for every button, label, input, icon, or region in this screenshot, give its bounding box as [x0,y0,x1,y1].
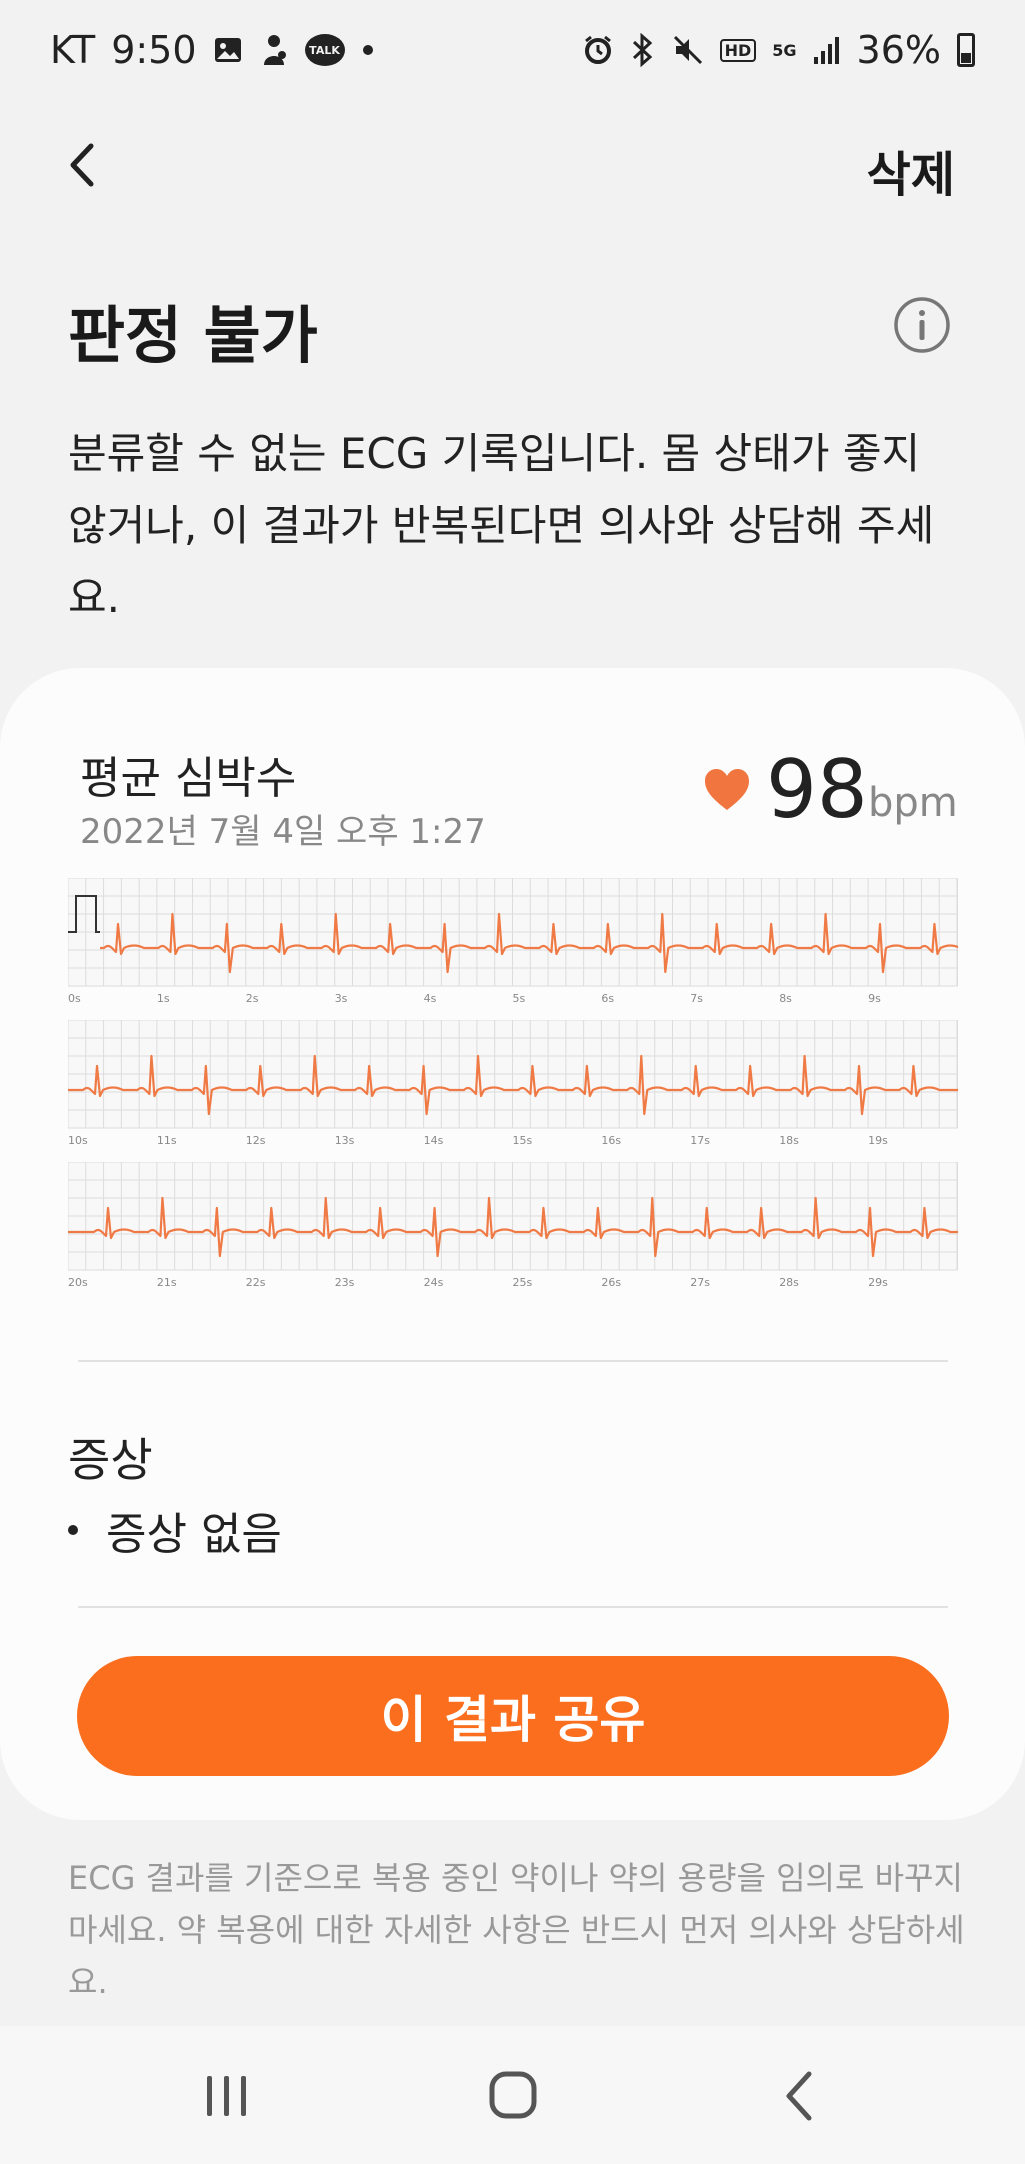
ecg-tick-label: 18s [779,1134,799,1147]
status-right: HD 5G 36% [582,28,975,72]
ecg-tick-label: 17s [690,1134,710,1147]
symptom-title: 증상 [68,1433,153,1487]
home-icon [489,2071,537,2119]
mute-icon [672,30,704,70]
more-notifications-dot-icon [361,30,375,70]
hd-voice-icon: HD [719,30,757,70]
share-result-button[interactable]: 이 결과 공유 [77,1656,949,1776]
status-left: KT 9:50 TALK [50,28,375,72]
back-nav-button[interactable] [755,2056,845,2136]
ecg-strip-3: 20s 21s 22s 23s 24s 25s 26s 27s 28s 29s [68,1162,958,1290]
recent-apps-button[interactable] [182,2056,272,2136]
alarm-icon [582,30,614,70]
kakao-talk-icon: TALK [304,30,345,70]
ecg-tick-label: 2s [246,992,259,1005]
delete-button[interactable]: 삭제 [867,135,955,205]
ecg-grid [68,1020,958,1129]
home-button[interactable] [468,2056,558,2136]
ecg-grid [68,1162,958,1271]
ecg-tick-label: 20s [68,1276,88,1289]
person-notification-icon [259,30,289,70]
gallery-icon [213,30,243,70]
ecg-tick-label: 21s [157,1276,177,1289]
divider [78,1606,948,1608]
recent-apps-icon [207,2076,246,2116]
ecg-tick-label: 24s [424,1276,444,1289]
result-description: 분류할 수 없는 ECG 기록입니다. 몸 상태가 좋지 않거나, 이 결과가 … [68,429,935,622]
ecg-tick-label: 27s [690,1276,710,1289]
ecg-tick-label: 8s [779,992,792,1005]
bluetooth-icon [630,30,656,70]
ecg-tick-label: 10s [68,1134,88,1147]
clock-time: 9:50 [111,28,197,72]
disclaimer-text: ECG 결과를 기준으로 복용 중인 약이나 약의 용량을 임의로 바꾸지 마세… [68,1859,965,2001]
info-icon [894,297,950,353]
ecg-strip-1-svg: 0s 1s 2s 3s 4s 5s 6s 7s 8s 9s [68,878,958,1005]
battery-icon [957,33,975,67]
ecg-tick-label: 6s [601,992,614,1005]
ecg-tick-label: 5s [513,992,526,1005]
navigation-bar [0,2026,1025,2164]
record-datetime: 2022년 7월 4일 오후 1:27 [80,812,486,852]
chevron-left-icon [70,143,94,187]
ecg-tick-label: 14s [424,1134,444,1147]
ecg-strip-2: 10s 11s 12s 13s 14s 15s 16s 17s 18s 19s [68,1020,958,1148]
back-button[interactable] [55,130,115,200]
ecg-tick-label: 7s [690,992,703,1005]
ecg-tick-label: 25s [513,1276,533,1289]
status-bar: KT 9:50 TALK HD 5G 36% [0,0,1025,100]
info-button[interactable] [892,295,952,355]
ecg-tick-label: 1s [157,992,170,1005]
bullet-icon [68,1525,78,1535]
bpm-unit: bpm [868,780,958,826]
symptom-item-label: 증상 없음 [106,1509,282,1560]
ecg-strip-2-svg: 10s 11s 12s 13s 14s 15s 16s 17s 18s 19s [68,1020,958,1147]
ecg-tick-label: 29s [868,1276,888,1289]
ecg-tick-label: 13s [335,1134,355,1147]
ecg-tick-label: 9s [868,992,881,1005]
ecg-tick-label: 4s [424,992,437,1005]
average-heart-rate-label: 평균 심박수 [80,753,297,804]
app-header: 삭제 [0,120,1025,210]
ecg-tick-label: 3s [335,992,348,1005]
ecg-tick-label: 11s [157,1134,177,1147]
ecg-tick-label: 19s [868,1134,888,1147]
ecg-tick-label: 12s [246,1134,266,1147]
hd-badge: HD [719,38,757,62]
ecg-card: 평균 심박수 2022년 7월 4일 오후 1:27 98 bpm 0s 1s 2s… [0,668,1025,1820]
ecg-tick-label: 26s [601,1276,621,1289]
ecg-tick-label: 22s [246,1276,266,1289]
ecg-tick-label: 15s [513,1134,533,1147]
network-5g-icon: 5G [772,30,796,70]
divider [78,1360,948,1362]
kakao-talk-badge: TALK [304,34,345,66]
ecg-tick-label: 28s [779,1276,799,1289]
heart-icon [705,769,749,810]
ecg-tick-label: 16s [601,1134,621,1147]
ecg-tick-label: 0s [68,992,81,1005]
back-nav-icon [786,2071,812,2121]
bpm-value: 98 [766,743,868,836]
carrier-label: KT [50,28,96,72]
signal-icon [813,30,841,70]
ecg-tick-label: 23s [335,1276,355,1289]
symptom-item: 증상 없음 [68,1498,282,1562]
battery-percent: 36% [856,28,941,72]
ecg-strip-1: 0s 1s 2s 3s 4s 5s 6s 7s 8s 9s [68,878,958,1006]
ecg-strip-3-svg: 20s 21s 22s 23s 24s 25s 26s 27s 28s 29s [68,1162,958,1289]
page-title: 판정 불가 [68,299,318,372]
network-badge: 5G [772,40,797,60]
